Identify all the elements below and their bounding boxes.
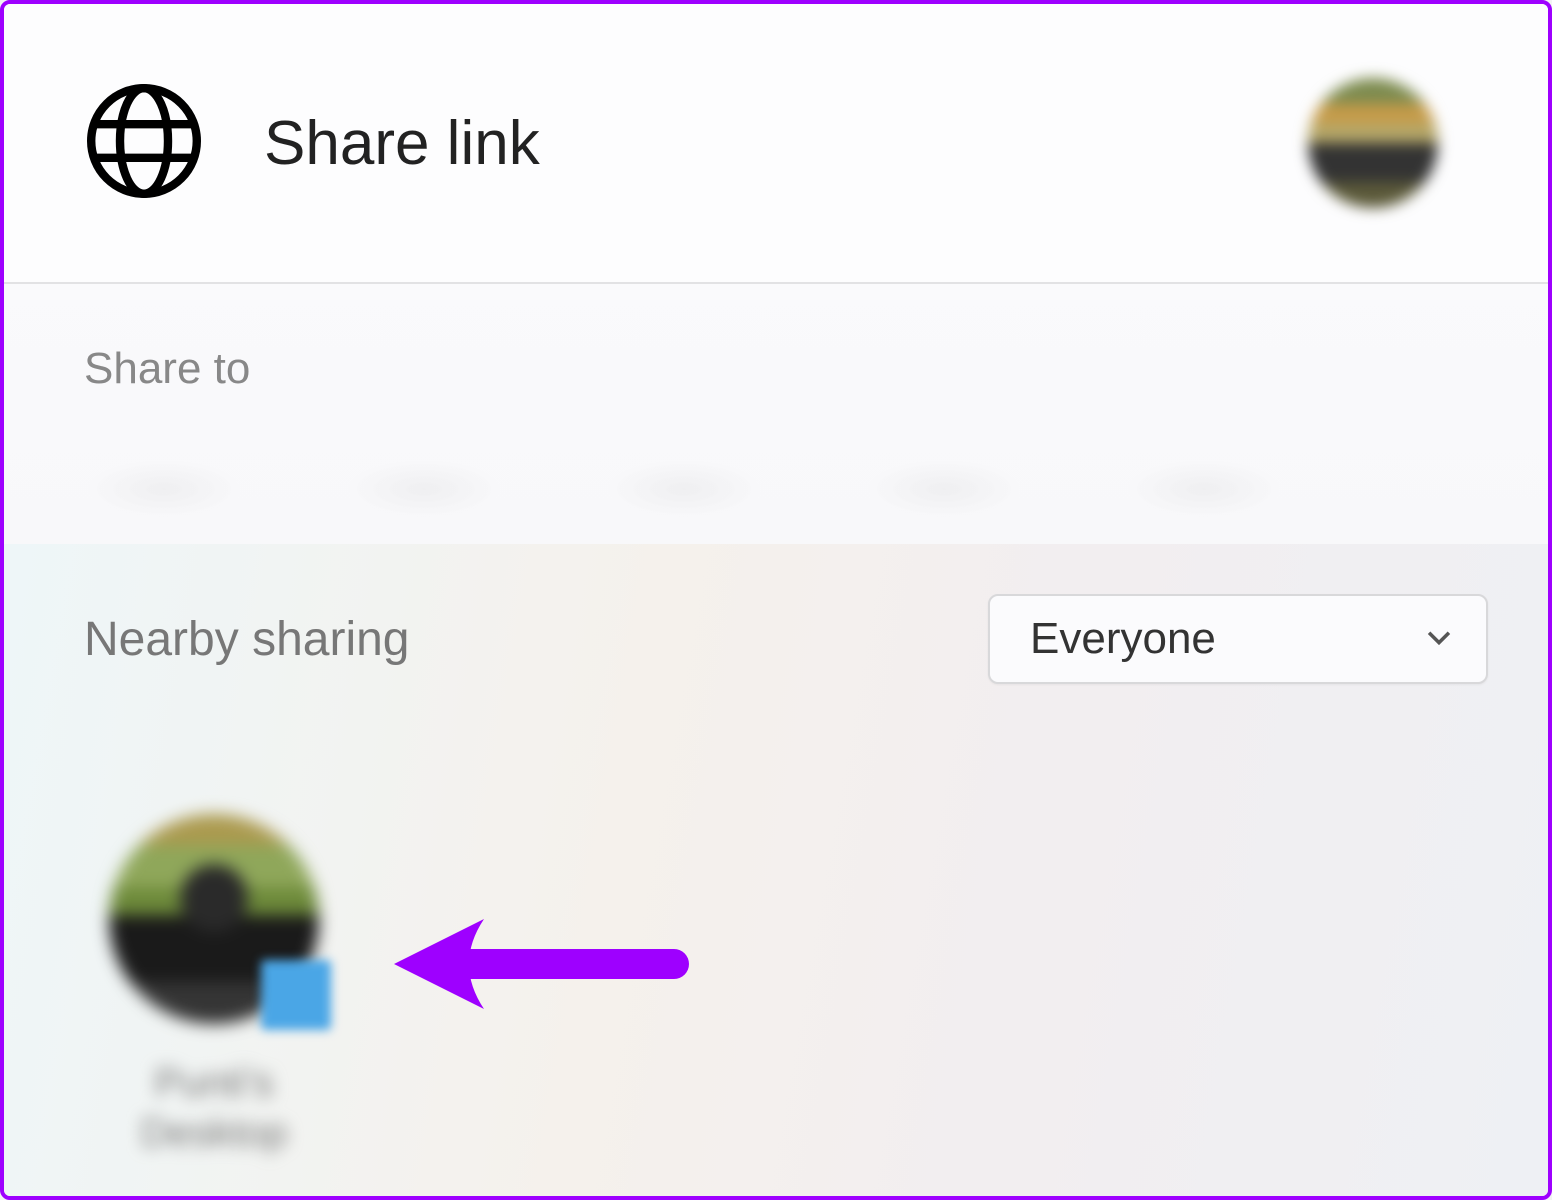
title-wrap: Share link [84,81,540,206]
nearby-sharing-section: Nearby sharing Everyone Punti's Desktop [4,544,1548,1200]
device-name-label: Punti's Desktop [84,1058,344,1158]
blurred-target [1124,459,1284,519]
dialog-header: Share link [4,4,1548,284]
dialog-title: Share link [264,108,540,179]
blurred-target [84,459,244,519]
nearby-devices-row: Punti's Desktop [84,814,1488,1158]
blurred-target [344,459,504,519]
device-type-badge-icon [261,960,331,1030]
globe-icon [84,81,204,206]
user-avatar[interactable] [1308,78,1438,208]
blurred-target [604,459,764,519]
nearby-device-item[interactable]: Punti's Desktop [84,814,344,1158]
device-avatar-wrap [109,814,319,1024]
nearby-header: Nearby sharing Everyone [84,594,1488,684]
dropdown-selected-label: Everyone [1030,614,1216,664]
chevron-down-icon [1362,620,1456,659]
nearby-scope-dropdown[interactable]: Everyone [988,594,1488,684]
blurred-target [864,459,1024,519]
share-targets-preview [4,434,1548,544]
share-dialog: Share link Share to Nearby sharing Every… [0,0,1552,1200]
share-to-label: Share to [4,284,1548,434]
nearby-sharing-label: Nearby sharing [84,612,410,667]
